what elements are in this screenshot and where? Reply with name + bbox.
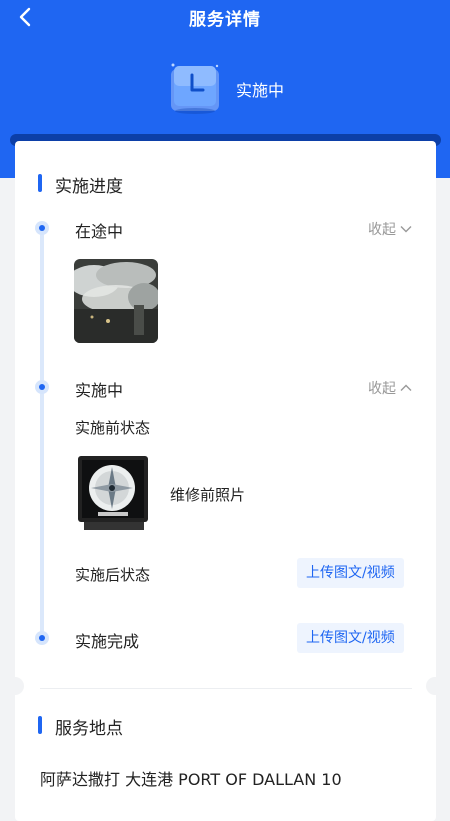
section-marker xyxy=(38,174,42,192)
collapse-toggle[interactable]: 收起 xyxy=(368,378,412,398)
upload-complete-media-button[interactable]: 上传图文/视频 xyxy=(297,623,404,653)
section-divider xyxy=(40,688,412,689)
chevron-down-icon xyxy=(400,226,412,233)
collapse-label: 收起 xyxy=(368,222,396,238)
before-photo-caption: 维修前照片 xyxy=(170,486,246,504)
timeline-dot xyxy=(35,380,49,394)
before-status-label: 实施前状态 xyxy=(75,419,151,437)
after-status-label: 实施后状态 xyxy=(75,566,151,584)
step-label-in-transit: 在途中 xyxy=(75,222,124,241)
before-repair-photo[interactable] xyxy=(74,450,154,534)
timeline-dot xyxy=(35,221,49,235)
service-address: 阿萨达撒打 大连港 PORT OF DALLAN 10 xyxy=(40,770,342,789)
progress-section-title: 实施进度 xyxy=(55,177,123,197)
collapse-label: 收起 xyxy=(368,381,396,397)
clock-icon xyxy=(171,63,219,114)
location-section-title: 服务地点 xyxy=(55,719,123,739)
timeline-dot xyxy=(35,631,49,645)
timeline-line xyxy=(40,228,44,638)
collapse-toggle[interactable]: 收起 xyxy=(368,219,412,239)
step-label-implementing: 实施中 xyxy=(75,381,124,400)
card-notch-left xyxy=(6,677,24,695)
card-notch-right xyxy=(426,677,444,695)
status-text: 实施中 xyxy=(236,81,285,100)
step-label-complete: 实施完成 xyxy=(75,632,140,651)
transit-photo-thumbnail[interactable] xyxy=(74,259,158,343)
section-marker xyxy=(38,716,42,734)
page-title: 服务详情 xyxy=(189,10,261,30)
chevron-up-icon xyxy=(400,384,412,391)
upload-after-media-button[interactable]: 上传图文/视频 xyxy=(297,558,404,588)
